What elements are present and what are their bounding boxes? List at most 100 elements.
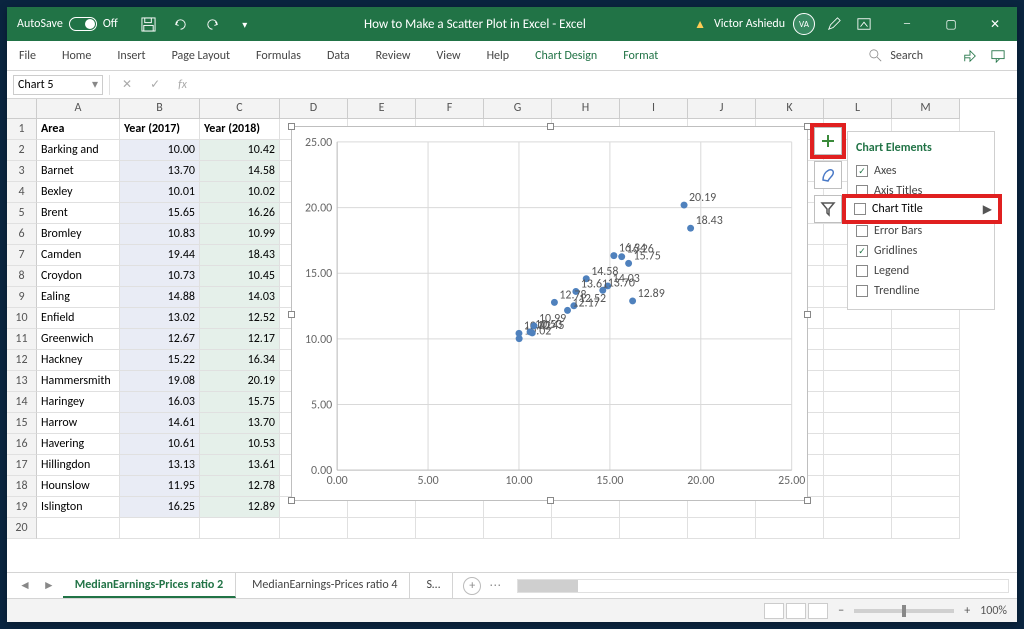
ribbon-search[interactable]: Search: [865, 49, 931, 63]
cell[interactable]: Croydon: [37, 266, 120, 287]
row-header[interactable]: 12: [7, 350, 37, 371]
user-name[interactable]: Victor Ashiedu: [714, 17, 785, 31]
share-icon[interactable]: [959, 45, 981, 67]
cell[interactable]: 10.42: [200, 140, 280, 161]
chart-element-option[interactable]: Legend: [856, 261, 986, 281]
row-header[interactable]: 7: [7, 245, 37, 266]
cell[interactable]: [824, 371, 892, 392]
cell[interactable]: [892, 455, 960, 476]
checkbox[interactable]: [856, 285, 868, 297]
tab-page-layout[interactable]: Page Layout: [168, 49, 234, 63]
cell[interactable]: [552, 518, 620, 539]
chart-element-option[interactable]: Trendline: [856, 281, 986, 301]
redo-icon[interactable]: [202, 13, 224, 35]
fx-icon[interactable]: fx: [172, 78, 193, 92]
select-all-triangle[interactable]: [7, 99, 37, 119]
avatar[interactable]: VA: [793, 13, 815, 35]
row-header[interactable]: 8: [7, 266, 37, 287]
cell[interactable]: Harrow: [37, 413, 120, 434]
cell[interactable]: [120, 518, 200, 539]
row-header[interactable]: 16: [7, 434, 37, 455]
tab-file[interactable]: File: [15, 49, 40, 63]
column-header[interactable]: M: [892, 99, 960, 119]
cell[interactable]: Year (2017): [120, 119, 200, 140]
close-button[interactable]: ✕: [973, 13, 1017, 35]
cell[interactable]: 20.19: [200, 371, 280, 392]
column-header[interactable]: E: [348, 99, 416, 119]
cell[interactable]: 15.22: [120, 350, 200, 371]
cell[interactable]: 12.52: [200, 308, 280, 329]
cell[interactable]: 10.83: [120, 224, 200, 245]
cell[interactable]: [824, 308, 892, 329]
undo-icon[interactable]: [170, 13, 192, 35]
chart-element-option[interactable]: Chart Title▶: [846, 198, 998, 220]
cell[interactable]: 13.70: [120, 161, 200, 182]
column-header[interactable]: A: [37, 99, 120, 119]
cell[interactable]: 16.34: [200, 350, 280, 371]
cell[interactable]: Havering: [37, 434, 120, 455]
sheet-tab[interactable]: S…: [414, 573, 453, 598]
cell[interactable]: Bromley: [37, 224, 120, 245]
row-header[interactable]: 18: [7, 476, 37, 497]
cell[interactable]: [892, 308, 960, 329]
cell[interactable]: 16.03: [120, 392, 200, 413]
cell[interactable]: [688, 518, 756, 539]
zoom-slider[interactable]: [854, 609, 954, 613]
row-header[interactable]: 1: [7, 119, 37, 140]
column-header[interactable]: D: [280, 99, 348, 119]
cell[interactable]: 14.61: [120, 413, 200, 434]
cell[interactable]: 13.70: [200, 413, 280, 434]
row-header[interactable]: 3: [7, 161, 37, 182]
cell[interactable]: [280, 518, 348, 539]
tab-home[interactable]: Home: [58, 49, 95, 63]
cell[interactable]: [824, 497, 892, 518]
cell[interactable]: 10.45: [200, 266, 280, 287]
row-header[interactable]: 11: [7, 329, 37, 350]
cell[interactable]: [892, 413, 960, 434]
row-header[interactable]: 5: [7, 203, 37, 224]
chart-element-option[interactable]: ✓Gridlines: [856, 241, 986, 261]
cell[interactable]: 10.53: [200, 434, 280, 455]
sheet-nav-prev[interactable]: ◄: [15, 578, 35, 593]
tab-chart-design[interactable]: Chart Design: [531, 49, 601, 63]
column-header[interactable]: F: [416, 99, 484, 119]
checkbox[interactable]: ✓: [856, 165, 868, 177]
cell[interactable]: [824, 455, 892, 476]
horizontal-scrollbar[interactable]: [517, 579, 1009, 593]
cell[interactable]: [824, 413, 892, 434]
cell[interactable]: 12.89: [200, 497, 280, 518]
tab-help[interactable]: Help: [483, 49, 514, 63]
cell[interactable]: 16.26: [200, 203, 280, 224]
page-layout-view-button[interactable]: [786, 603, 806, 619]
row-header[interactable]: 17: [7, 455, 37, 476]
cell[interactable]: [892, 329, 960, 350]
cell[interactable]: [824, 392, 892, 413]
embedded-chart[interactable]: 0.005.0010.0015.0020.0025.000.005.0010.0…: [291, 126, 808, 501]
row-header[interactable]: 6: [7, 224, 37, 245]
enter-formula-icon[interactable]: ✓: [144, 77, 166, 92]
ribbon-display-icon[interactable]: [853, 13, 875, 35]
zoom-in-button[interactable]: +: [964, 604, 970, 618]
cell[interactable]: [892, 518, 960, 539]
toggle-switch[interactable]: [69, 17, 97, 31]
cell[interactable]: 14.88: [120, 287, 200, 308]
cell[interactable]: 15.65: [120, 203, 200, 224]
cell[interactable]: Year (2018): [200, 119, 280, 140]
row-header[interactable]: 10: [7, 308, 37, 329]
checkbox[interactable]: [854, 203, 866, 215]
cell[interactable]: Camden: [37, 245, 120, 266]
chart-elements-button[interactable]: [814, 127, 842, 155]
row-header[interactable]: 13: [7, 371, 37, 392]
row-header[interactable]: 4: [7, 182, 37, 203]
column-header[interactable]: J: [688, 99, 756, 119]
cell[interactable]: 14.58: [200, 161, 280, 182]
qat-dropdown-icon[interactable]: ▾: [234, 13, 256, 35]
cell[interactable]: Hounslow: [37, 476, 120, 497]
worksheet-grid[interactable]: ABCDEFGHIJKLM 12345678910111213141516171…: [7, 99, 1017, 572]
cell[interactable]: Bexley: [37, 182, 120, 203]
comments-icon[interactable]: [987, 45, 1009, 67]
cell[interactable]: 15.75: [200, 392, 280, 413]
tab-insert[interactable]: Insert: [113, 49, 149, 63]
checkbox[interactable]: [856, 225, 868, 237]
cell[interactable]: 13.61: [200, 455, 280, 476]
